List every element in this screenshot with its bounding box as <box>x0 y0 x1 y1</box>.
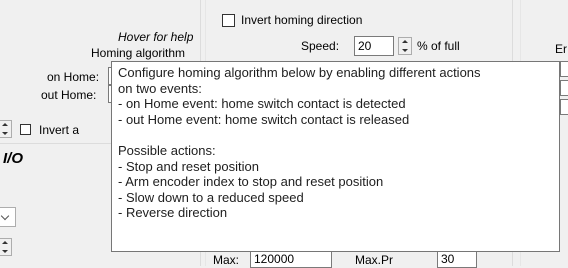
invert-label: Invert a <box>39 123 80 137</box>
right-field-3[interactable] <box>560 99 568 115</box>
max-value: 120000 <box>254 252 295 266</box>
tooltip-line: - Arm encoder index to stop and reset po… <box>118 174 384 190</box>
tooltip-line: - Slow down to a reduced speed <box>118 189 304 205</box>
left-dropdown[interactable] <box>0 207 16 227</box>
speed-value: 20 <box>358 39 372 53</box>
homing-algorithm-label: Homing algorithm <box>91 46 186 60</box>
tooltip-line <box>118 127 553 143</box>
speed-spinner[interactable] <box>398 37 412 55</box>
max-label: Max: <box>213 253 240 267</box>
left-spinner[interactable] <box>0 120 12 138</box>
spinner-down-icon <box>2 132 8 135</box>
invert-homing-checkbox[interactable] <box>222 14 235 27</box>
tooltip-line: Possible actions: <box>118 142 216 158</box>
section-title: I/O <box>3 150 24 167</box>
spinner-up-icon <box>2 241 8 244</box>
speed-unit: % of full <box>417 39 460 53</box>
tooltip-line: - out Home event: home switch contact is… <box>118 111 410 127</box>
invert-homing-label: Invert homing direction <box>241 13 363 27</box>
tooltip-line: - Stop and reset position <box>118 158 259 174</box>
speed-label: Speed: <box>301 39 340 53</box>
max-input[interactable]: 120000 <box>250 250 332 268</box>
chevron-down-icon <box>0 211 10 221</box>
homing-help-tooltip: Configure homing algorithm below by enab… <box>111 61 560 252</box>
hover-hint: Hover for help <box>118 30 194 44</box>
max2-value: 30 <box>441 252 455 266</box>
spinner-up-icon <box>2 123 8 126</box>
tooltip-line: Configure homing algorithm below by enab… <box>118 65 481 80</box>
spinner-down-icon <box>2 250 8 253</box>
spinner-up-icon <box>402 40 408 43</box>
speed-input[interactable]: 20 <box>354 36 394 56</box>
max2-label: Max.Pr <box>355 253 394 267</box>
on-home-label: on Home: <box>47 70 100 84</box>
invert-checkbox[interactable] <box>20 124 31 135</box>
left-spinner-lower[interactable] <box>0 238 12 256</box>
spinner-down-icon <box>402 49 408 52</box>
tooltip-line: on two events: <box>118 80 202 96</box>
right-field-2[interactable] <box>560 80 568 96</box>
right-label-fragment: Er <box>555 42 567 56</box>
max2-input[interactable]: 30 <box>437 250 477 268</box>
tooltip-line: - Reverse direction <box>118 205 228 221</box>
right-field-1[interactable] <box>560 61 568 77</box>
tooltip-line: - on Home event: home switch contact is … <box>118 96 406 112</box>
out-home-label: out Home: <box>41 88 97 102</box>
